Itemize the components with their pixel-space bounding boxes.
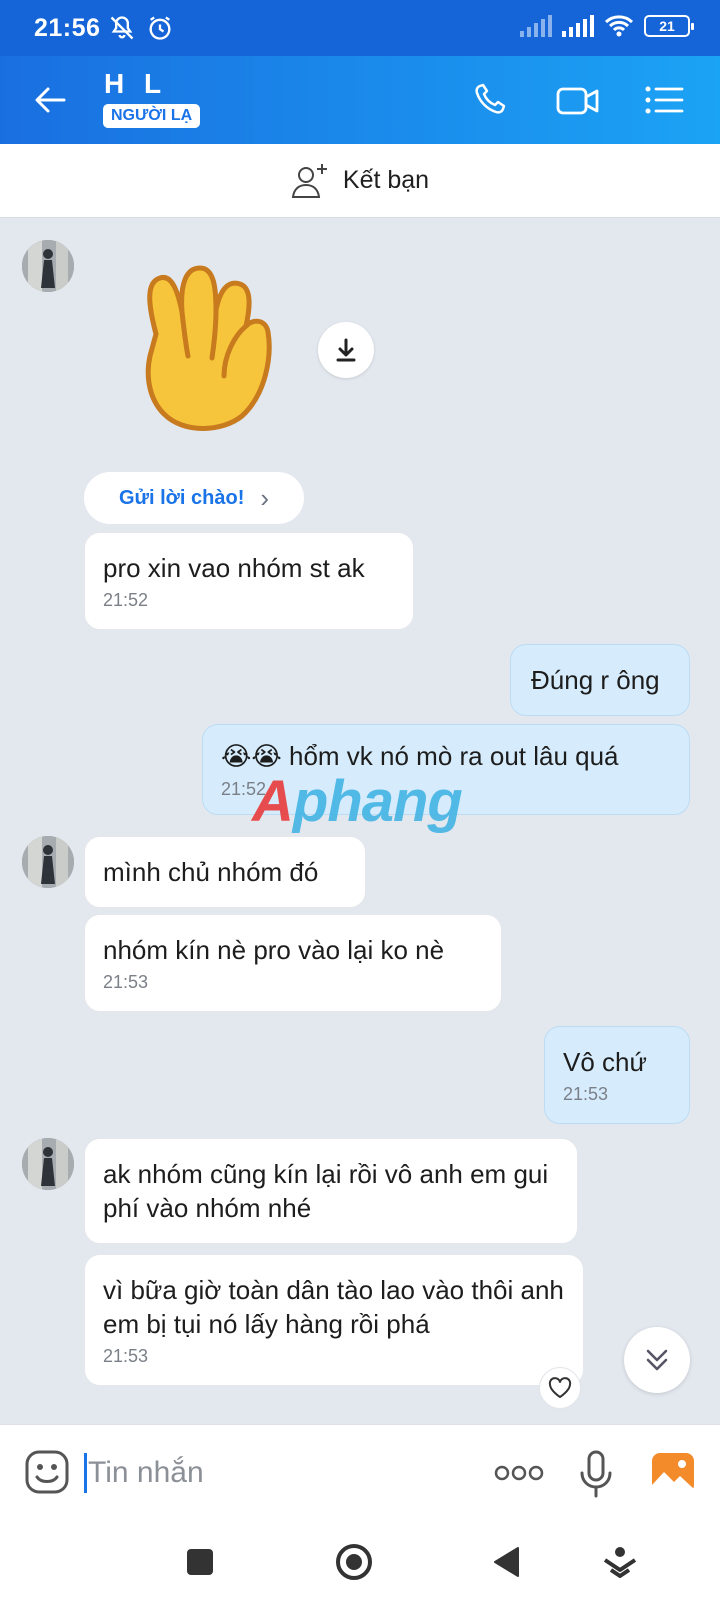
message-bubble-incoming[interactable]: nhóm kín nè pro vào lại ko nè 21:53 — [84, 914, 502, 1012]
message-time: 21:53 — [103, 1346, 149, 1366]
send-greeting-label: Gửi lời chào! — [118, 486, 245, 509]
video-call-icon[interactable] — [556, 80, 600, 120]
signal-icon — [520, 15, 552, 37]
gallery-image-icon[interactable] — [650, 1451, 696, 1495]
chevron-right-icon: › — [260, 482, 270, 513]
message-input[interactable] — [88, 1445, 468, 1501]
notifications-off-icon — [111, 16, 134, 40]
add-friend-icon — [291, 163, 327, 198]
system-navigation-bar — [0, 1520, 720, 1600]
recent-apps-button[interactable] — [178, 1540, 222, 1584]
contact-avatar[interactable] — [22, 240, 74, 292]
message-time: 21:52 — [103, 590, 149, 610]
message-text: Đúng r ông — [531, 665, 660, 695]
more-options-icon[interactable] — [494, 1463, 544, 1483]
signal-icon — [562, 15, 594, 37]
add-friend-label: Kết bạn — [342, 166, 430, 194]
message-bubble-outgoing[interactable]: Đúng r ông — [510, 644, 690, 716]
contact-name[interactable]: H L — [104, 68, 167, 100]
assistant-icon — [603, 1547, 637, 1578]
status-time: 21:56 — [34, 13, 101, 42]
message-input-bar — [0, 1424, 720, 1520]
microphone-icon[interactable] — [578, 1449, 614, 1499]
message-time: 21:53 — [103, 972, 149, 992]
message-time: 21:53 — [563, 1084, 609, 1104]
status-bar: 21:56 21 — [0, 0, 720, 56]
message-bubble-incoming[interactable]: vì bữa giờ toàn dân tào lao vào thôi anh… — [84, 1254, 584, 1386]
message-text: pro xin vao nhóm st ak — [103, 553, 365, 583]
assistant-button[interactable] — [598, 1540, 642, 1584]
message-text: ak nhóm cũng kín lại rồi vô anh em gui p… — [103, 1159, 549, 1223]
contact-avatar[interactable] — [22, 836, 74, 888]
message-bubble-incoming[interactable]: ak nhóm cũng kín lại rồi vô anh em gui p… — [84, 1138, 578, 1244]
circle-icon — [336, 1544, 372, 1580]
react-button[interactable] — [539, 1367, 581, 1409]
phone-icon[interactable] — [470, 80, 514, 120]
download-icon — [336, 338, 356, 362]
chat-header: H L NGƯỜI LẠ — [0, 56, 720, 144]
watermark-logo: Aphang — [252, 769, 463, 834]
text-cursor — [84, 1453, 87, 1493]
message-bubble-incoming[interactable]: pro xin vao nhóm st ak 21:52 — [84, 532, 414, 630]
message-text: nhóm kín nè pro vào lại ko nè — [103, 935, 445, 965]
message-text: mình chủ nhóm đó — [103, 857, 319, 887]
menu-list-icon[interactable] — [642, 80, 686, 120]
battery-icon: 21 — [644, 15, 694, 37]
battery-level: 21 — [659, 18, 675, 34]
message-bubble-incoming[interactable]: mình chủ nhóm đó — [84, 836, 366, 908]
back-button[interactable] — [484, 1540, 528, 1584]
message-text: vì bữa giờ toàn dân tào lao vào thôi anh… — [103, 1275, 564, 1339]
contact-avatar[interactable] — [22, 1138, 74, 1190]
message-text: hổm vk nó mò ra out lâu quá — [289, 741, 619, 771]
add-friend-bar[interactable]: Kết bạn — [0, 144, 720, 218]
download-button[interactable] — [318, 322, 374, 378]
sticker-icon[interactable] — [24, 1449, 70, 1495]
message-text: Vô chứ — [563, 1047, 647, 1077]
alarm-icon — [149, 16, 171, 40]
wifi-icon — [604, 15, 634, 37]
back-arrow-icon[interactable] — [30, 80, 70, 120]
waving-hand-sticker[interactable] — [126, 264, 276, 434]
triangle-back-icon — [494, 1547, 519, 1577]
square-icon — [187, 1549, 213, 1575]
message-bubble-outgoing[interactable]: Vô chứ 21:53 — [544, 1026, 690, 1124]
heart-icon — [548, 1377, 572, 1398]
send-greeting-button[interactable]: Gửi lời chào! › — [84, 472, 304, 524]
stranger-badge: NGƯỜI LẠ — [103, 104, 201, 128]
home-button[interactable] — [332, 1540, 376, 1584]
scroll-to-bottom-button[interactable] — [624, 1327, 690, 1393]
double-chevron-down-icon — [646, 1349, 668, 1371]
